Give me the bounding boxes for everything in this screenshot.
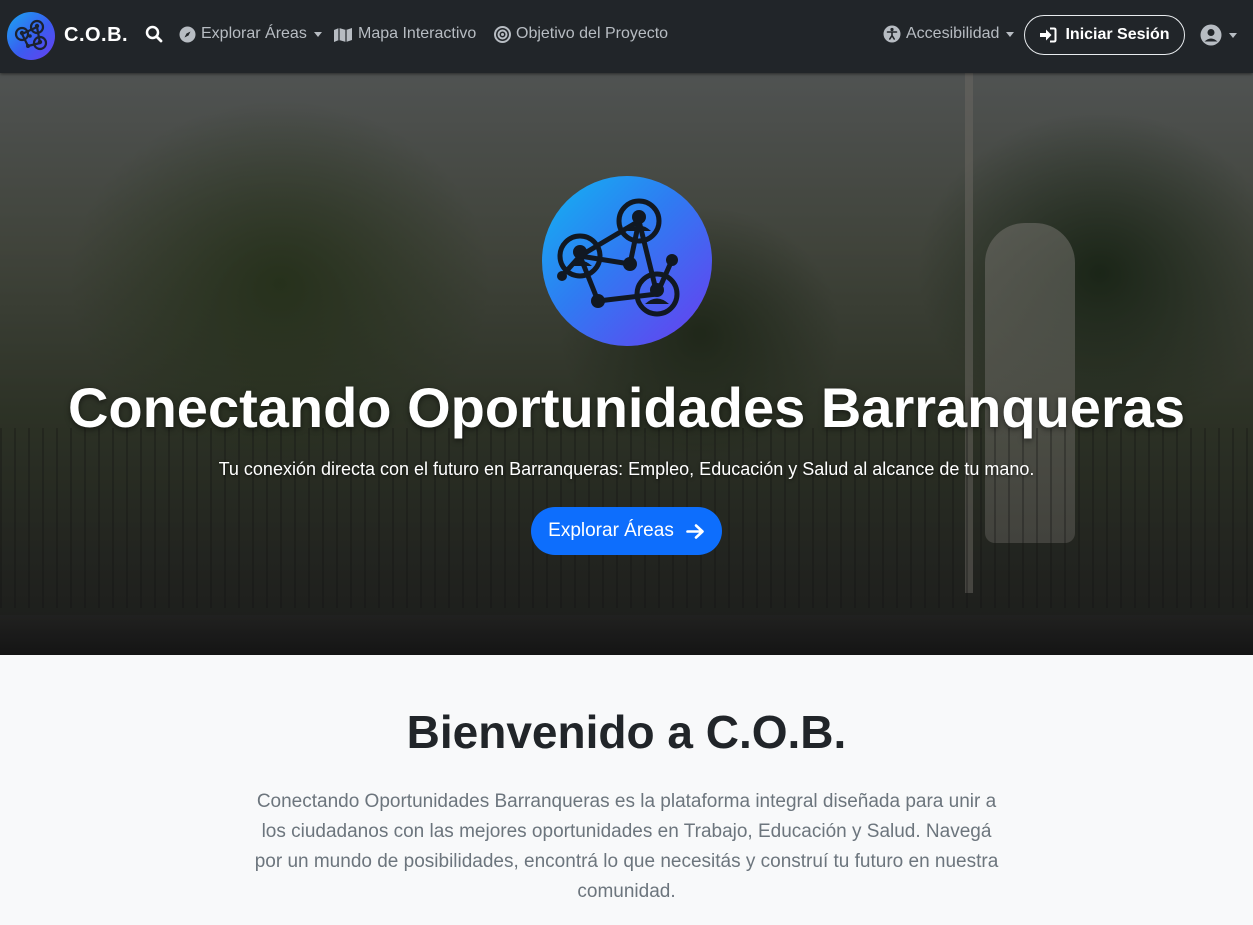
login-button-label: Iniciar Sesión — [1065, 26, 1170, 43]
user-menu[interactable] — [1200, 24, 1237, 46]
explore-areas-button[interactable]: Explorar Áreas — [531, 507, 722, 555]
login-button[interactable]: Iniciar Sesión — [1024, 15, 1185, 55]
nav-objetivo-proyecto[interactable]: Objetivo del Proyecto — [494, 25, 668, 43]
hero-title: Conectando Oportunidades Barranqueras — [67, 376, 1186, 439]
nav-objetivo-proyecto-label: Objetivo del Proyecto — [516, 25, 669, 42]
welcome-text: Conectando Oportunidades Barranqueras es… — [254, 791, 999, 902]
hero-subtitle: Tu conexión directa con el futuro en Bar… — [218, 459, 1035, 479]
map-icon — [334, 27, 352, 42]
bullseye-icon — [494, 25, 511, 43]
chevron-down-icon — [1229, 32, 1237, 38]
hero-overlay — [0, 73, 1253, 655]
hero-network-logo-icon — [542, 176, 712, 346]
chevron-down-icon — [313, 31, 322, 37]
accessibility-icon — [883, 25, 901, 43]
sign-in-icon — [1040, 27, 1057, 43]
nav-explorar-areas[interactable]: Explorar Áreas — [179, 25, 322, 43]
accessibility-label: Accesibilidad — [906, 25, 1000, 42]
search-icon[interactable] — [145, 25, 168, 43]
user-circle-icon — [1200, 24, 1222, 46]
brand-logo-icon[interactable] — [7, 12, 55, 60]
welcome-title: Bienvenido a C.O.B. — [406, 706, 847, 758]
nav-explorar-areas-label: Explorar Áreas — [201, 25, 307, 42]
arrow-right-icon — [686, 523, 704, 539]
hero-section: Conectando Oportunidades Barranqueras Tu… — [0, 73, 1253, 655]
chevron-down-icon — [1006, 31, 1015, 37]
brand-name[interactable]: C.O.B. — [64, 24, 128, 47]
top-navbar: C.O.B. Explorar Áreas Mapa Interactivo O… — [0, 0, 1253, 73]
compass-icon — [179, 26, 196, 42]
explore-areas-button-label: Explorar Áreas — [548, 520, 674, 541]
accessibility-menu[interactable]: Accesibilidad — [883, 25, 1015, 43]
nav-mapa-interactivo[interactable]: Mapa Interactivo — [333, 25, 476, 43]
nav-mapa-interactivo-label: Mapa Interactivo — [358, 25, 477, 42]
